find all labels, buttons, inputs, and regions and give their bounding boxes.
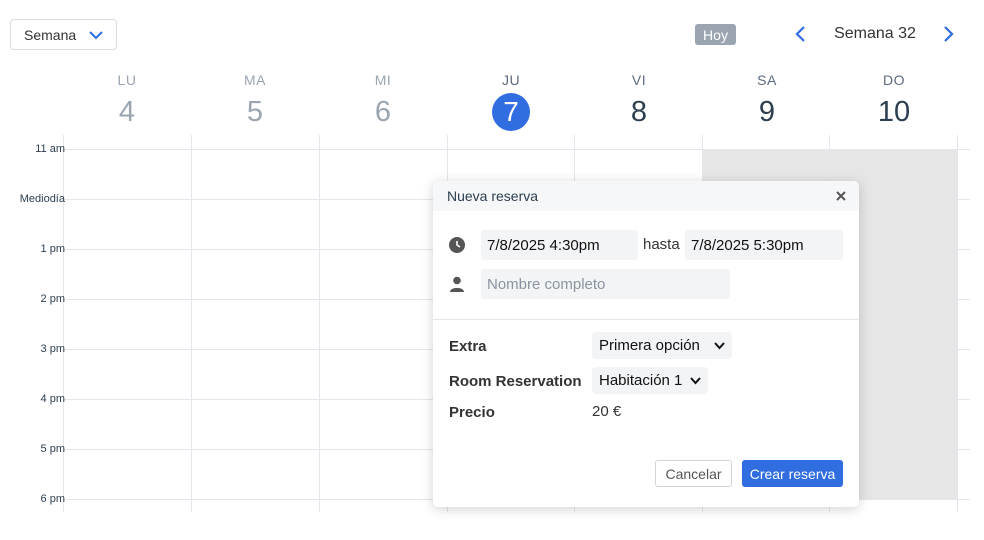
day-number: 5 bbox=[246, 96, 264, 128]
create-booking-button[interactable]: Crear reserva bbox=[742, 460, 843, 487]
extra-select-value: Primera opción bbox=[599, 337, 700, 354]
day-header-friday[interactable]: VI 8 bbox=[575, 72, 703, 132]
clock-icon bbox=[449, 237, 465, 253]
today-button[interactable]: Hoy bbox=[695, 24, 736, 45]
start-datetime-input[interactable]: 7/8/2025 4:30pm bbox=[481, 230, 638, 260]
time-label: 11 am bbox=[35, 143, 65, 155]
day-header-monday[interactable]: LU 4 bbox=[63, 72, 191, 132]
chevron-right-icon[interactable] bbox=[941, 25, 955, 43]
price-label: Precio bbox=[449, 404, 495, 421]
week-label: Semana 32 bbox=[834, 25, 916, 42]
day-header-wednesday[interactable]: MI 6 bbox=[319, 72, 447, 132]
time-label: 5 pm bbox=[40, 443, 65, 455]
time-label: 1 pm bbox=[40, 243, 65, 255]
room-reservation-label: Room Reservation bbox=[449, 373, 582, 390]
price-value: 20 € bbox=[592, 403, 622, 420]
close-icon[interactable] bbox=[835, 190, 847, 202]
day-number: 8 bbox=[630, 96, 648, 128]
time-label: Mediodía bbox=[19, 193, 65, 205]
day-header-thursday[interactable]: JU 7 bbox=[447, 72, 575, 132]
grid-line bbox=[191, 135, 192, 512]
grid-line bbox=[957, 135, 958, 512]
room-select[interactable]: Habitación 1 bbox=[592, 367, 708, 394]
time-label: 4 pm bbox=[40, 393, 65, 405]
time-label: 3 pm bbox=[40, 343, 65, 355]
modal-header: Nueva reserva bbox=[433, 181, 859, 211]
day-name: SA bbox=[757, 72, 777, 88]
extra-label: Extra bbox=[449, 338, 487, 355]
new-booking-modal: Nueva reserva 7/8/2025 4:30pm hasta 7/8/… bbox=[433, 181, 859, 507]
end-datetime-input[interactable]: 7/8/2025 5:30pm bbox=[685, 230, 843, 260]
grid-line bbox=[63, 149, 970, 150]
day-name: LU bbox=[117, 72, 137, 88]
cancel-button[interactable]: Cancelar bbox=[655, 460, 732, 487]
view-select[interactable]: Semana bbox=[10, 19, 117, 50]
grid-line bbox=[63, 135, 64, 512]
chevron-down-icon bbox=[690, 377, 701, 385]
day-name: VI bbox=[631, 72, 647, 88]
time-label: 6 pm bbox=[40, 493, 65, 505]
person-icon bbox=[450, 276, 464, 292]
day-number: 6 bbox=[374, 96, 392, 128]
day-number: 4 bbox=[118, 96, 136, 128]
view-select-value: Semana bbox=[24, 26, 77, 43]
chevron-down-icon bbox=[89, 31, 103, 40]
day-name: MA bbox=[244, 72, 266, 88]
chevron-left-icon[interactable] bbox=[794, 25, 808, 43]
chevron-down-icon bbox=[714, 342, 725, 350]
full-name-input[interactable]: Nombre completo bbox=[481, 269, 730, 299]
day-header-saturday[interactable]: SA 9 bbox=[703, 72, 831, 132]
day-number: 9 bbox=[758, 96, 776, 128]
day-header-tuesday[interactable]: MA 5 bbox=[191, 72, 319, 132]
modal-title: Nueva reserva bbox=[447, 188, 539, 204]
grid-line bbox=[319, 135, 320, 512]
day-header-sunday[interactable]: DO 10 bbox=[830, 72, 958, 132]
day-number: 10 bbox=[877, 96, 911, 128]
divider bbox=[433, 319, 859, 320]
time-label: 2 pm bbox=[40, 293, 65, 305]
day-name: MI bbox=[374, 72, 392, 88]
extra-select[interactable]: Primera opción bbox=[592, 332, 732, 359]
room-select-value: Habitación 1 bbox=[599, 372, 683, 389]
day-name: JU bbox=[501, 72, 521, 88]
day-number-today: 7 bbox=[492, 93, 530, 131]
until-label: hasta bbox=[643, 236, 680, 253]
day-name: DO bbox=[883, 72, 905, 88]
